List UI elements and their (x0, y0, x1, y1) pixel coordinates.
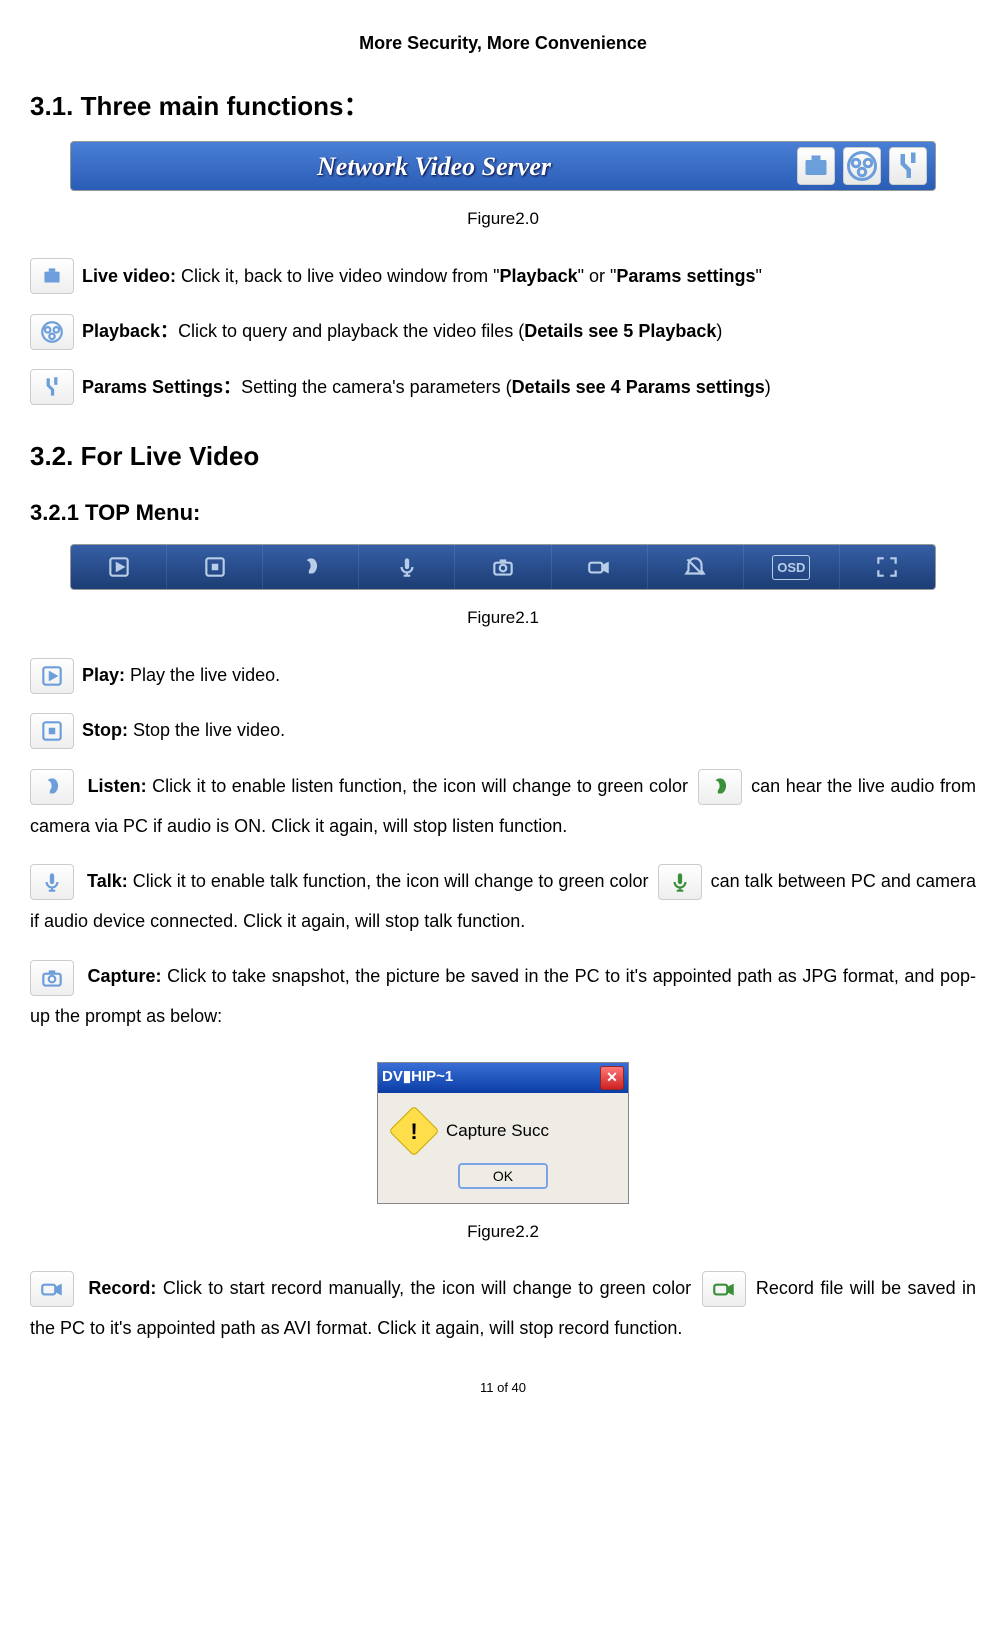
play-desc: Play: Play the live video. (30, 656, 976, 696)
dialog-titlebar: DV▮HIP~1 ✕ (378, 1063, 628, 1093)
play-label: Play: (82, 665, 125, 685)
stop-icon (30, 713, 74, 749)
banner-icons (797, 147, 935, 185)
talk-icon (30, 864, 74, 900)
listen-icon (30, 769, 74, 805)
figure-2-0-caption: Figure2.0 (30, 206, 976, 232)
section-3-2-title: 3.2. For Live Video (30, 437, 976, 476)
record-icon (30, 1271, 74, 1307)
playback-label: Playback： (82, 321, 178, 341)
page-number: 11 of 40 (30, 1378, 976, 1398)
toolbar-stop-icon[interactable] (167, 545, 263, 589)
record-desc: Record: Click to start record manually, … (30, 1269, 976, 1348)
figure-2-2-caption: Figure2.2 (30, 1219, 976, 1245)
capture-desc: Capture: Click to take snapshot, the pic… (30, 957, 976, 1036)
capture-label: Capture: (88, 966, 162, 986)
banner-params-settings-icon[interactable] (889, 147, 927, 185)
listen-active-icon (698, 769, 742, 805)
talk-desc: Talk: Click it to enable talk function, … (30, 862, 976, 941)
playback-icon (30, 314, 74, 350)
capture-dialog-wrap: DV▮HIP~1 ✕ Capture Succ OK (30, 1062, 976, 1204)
live-video-icon (30, 258, 74, 294)
toolbar-talk-icon[interactable] (359, 545, 455, 589)
capture-dialog: DV▮HIP~1 ✕ Capture Succ OK (377, 1062, 629, 1204)
dialog-message: Capture Succ (446, 1118, 549, 1144)
toolbar-capture-icon[interactable] (455, 545, 551, 589)
section-3-2-1-title: 3.2.1 TOP Menu: (30, 496, 976, 529)
record-active-icon (702, 1271, 746, 1307)
params-settings-icon (30, 369, 74, 405)
figure-2-1-caption: Figure2.1 (30, 605, 976, 631)
listen-desc: Listen: Click it to enable listen functi… (30, 767, 976, 846)
dialog-body: Capture Succ (378, 1093, 628, 1157)
close-icon[interactable]: ✕ (600, 1066, 624, 1090)
talk-label: Talk: (87, 871, 128, 891)
live-video-label: Live video: (82, 266, 176, 286)
capture-icon (30, 960, 74, 996)
toolbar-play-icon[interactable] (71, 545, 167, 589)
section-3-1-title: 3.1. Three main functions： (30, 87, 976, 126)
page-header: More Security, More Convenience (30, 30, 976, 57)
listen-label: Listen: (88, 776, 147, 796)
talk-active-icon (658, 864, 702, 900)
banner-title: Network Video Server (71, 147, 797, 186)
live-video-desc: Live video: Click it, back to live video… (30, 257, 976, 297)
banner-live-video-icon[interactable] (797, 147, 835, 185)
ok-button[interactable]: OK (458, 1163, 548, 1189)
stop-desc: Stop: Stop the live video. (30, 711, 976, 751)
dialog-footer: OK (378, 1157, 628, 1203)
toolbar-osd-icon[interactable]: OSD (744, 545, 840, 589)
warning-icon (389, 1105, 440, 1156)
record-label: Record: (88, 1278, 156, 1298)
stop-label: Stop: (82, 720, 128, 740)
toolbar-fullscreen-icon[interactable] (840, 545, 935, 589)
params-label: Params Settings： (82, 377, 241, 397)
top-menu-toolbar: OSD (70, 544, 936, 590)
toolbar-record-icon[interactable] (552, 545, 648, 589)
dialog-title-text: DV▮HIP~1 (382, 1066, 453, 1089)
nvs-banner: Network Video Server (70, 141, 936, 191)
play-icon (30, 658, 74, 694)
toolbar-listen-icon[interactable] (263, 545, 359, 589)
playback-desc: Playback：Click to query and playback the… (30, 312, 976, 352)
banner-playback-icon[interactable] (843, 147, 881, 185)
params-desc: Params Settings：Setting the camera's par… (30, 368, 976, 408)
toolbar-alarm-icon[interactable] (648, 545, 744, 589)
